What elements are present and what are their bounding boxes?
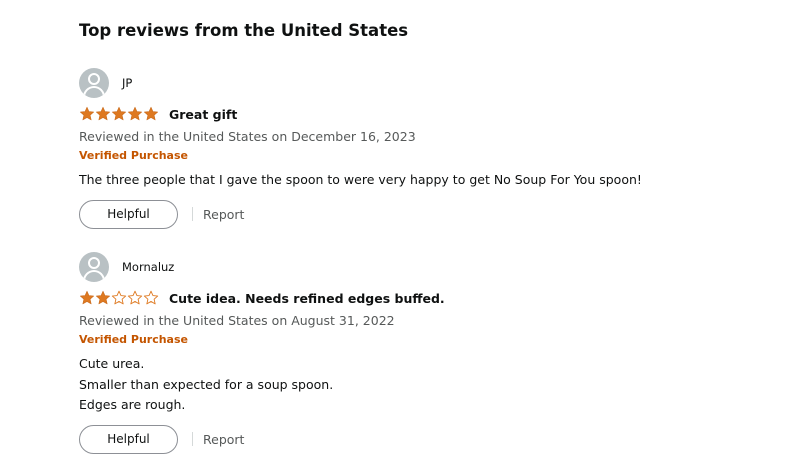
star-rating[interactable]	[79, 106, 159, 122]
review-date: Reviewed in the United States on Decembe…	[79, 129, 416, 144]
review-body: The three people that I gave the spoon t…	[79, 170, 779, 191]
star-empty-icon	[111, 290, 127, 305]
reviewer-profile[interactable]: Mornaluz	[79, 252, 779, 282]
review-body-line: The three people that I gave the spoon t…	[79, 172, 642, 187]
user-avatar-icon	[79, 68, 109, 98]
review-actions: Helpful Report	[79, 199, 779, 229]
helpful-button[interactable]: Helpful	[79, 199, 178, 229]
verified-purchase-badge[interactable]: Verified Purchase	[79, 148, 779, 164]
reviewer-name[interactable]: JP	[122, 76, 132, 90]
review-item: JP Great gift Reviewed in the United Sta…	[79, 68, 779, 229]
review-item: Mornaluz Cute idea. Needs refined edges …	[79, 252, 779, 454]
action-divider	[192, 207, 193, 221]
review-title[interactable]: Great gift	[169, 107, 237, 122]
star-filled-icon	[80, 290, 94, 305]
review-actions: Helpful Report	[79, 424, 779, 454]
reviewer-profile[interactable]: JP	[79, 68, 779, 98]
star-empty-icon	[143, 290, 159, 305]
star-filled-icon	[80, 106, 94, 121]
review-title-row: Great gift	[79, 104, 779, 124]
review-title[interactable]: Cute idea. Needs refined edges buffed.	[169, 291, 445, 306]
review-body: Cute urea. Smaller than expected for a so…	[79, 354, 779, 416]
user-avatar-icon	[79, 252, 109, 282]
review-date: Reviewed in the United States on August …	[79, 313, 395, 328]
helpful-button[interactable]: Helpful	[79, 424, 178, 454]
review-title-row: Cute idea. Needs refined edges buffed.	[79, 288, 779, 308]
star-filled-icon	[144, 106, 158, 121]
review-body-line: Edges are rough.	[79, 397, 186, 412]
star-filled-icon	[128, 106, 142, 121]
report-link[interactable]: Report	[203, 432, 244, 447]
section-title: Top reviews from the United States	[79, 21, 409, 40]
star-rating[interactable]	[79, 290, 159, 306]
review-body-line: Smaller than expected for a soup spoon.	[79, 376, 334, 392]
review-body-line: Cute urea.	[79, 356, 145, 371]
star-filled-icon	[96, 290, 110, 305]
verified-purchase-badge[interactable]: Verified Purchase	[79, 332, 779, 348]
star-filled-icon	[96, 106, 110, 121]
star-empty-icon	[127, 290, 143, 305]
action-divider	[192, 432, 193, 446]
star-filled-icon	[112, 106, 126, 121]
report-link[interactable]: Report	[203, 207, 244, 222]
reviewer-name[interactable]: Mornaluz	[122, 260, 174, 274]
